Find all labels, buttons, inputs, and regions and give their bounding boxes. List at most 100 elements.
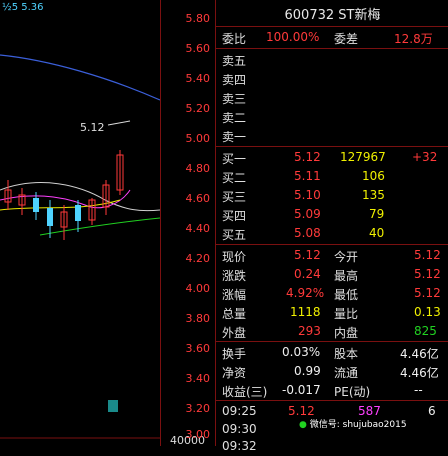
weibi-row: 委比 100.00% 委差 12.8万 <box>216 28 448 47</box>
bid-row[interactable]: 买三 5.10 135 <box>216 186 448 205</box>
stat-row: 涨幅 4.92% 最低 5.12 <box>216 284 448 303</box>
fund-label: 收益(三) <box>222 385 268 399</box>
price-tick: 5.20 <box>185 102 211 115</box>
bid-label: 买三 <box>222 190 247 204</box>
stock-title: 600732 ST新梅 <box>284 8 381 23</box>
price-tick: 3.60 <box>185 342 211 355</box>
stat-value: 0.13 <box>414 305 441 319</box>
bid-change: +32 <box>412 150 438 164</box>
ask-label: 卖四 <box>222 73 247 87</box>
fund-row: 净资 0.99 流通 4.46亿 <box>216 362 448 381</box>
weibi-label: 委比 <box>222 32 247 46</box>
price-tick: 5.60 <box>185 42 211 55</box>
fund-row: 换手 0.03% 股本 4.46亿 <box>216 343 448 362</box>
tick-time: 09:32 <box>222 439 257 453</box>
bid-row[interactable]: 买一 5.12 127967 +32 <box>216 148 448 167</box>
bid-price: 5.10 <box>294 188 321 202</box>
bid-row[interactable]: 买四 5.09 79 <box>216 205 448 224</box>
bid-volume: 127967 <box>340 150 386 164</box>
watermark-text: 微信号: shujubao2015 <box>309 420 407 430</box>
price-tick: 4.80 <box>185 162 211 175</box>
stat-value: 0.24 <box>294 267 321 281</box>
bid-volume: 79 <box>369 207 385 221</box>
price-tick: 3.00 <box>185 428 211 441</box>
ask-label: 卖二 <box>222 111 247 125</box>
price-tick: 5.80 <box>185 12 211 25</box>
fund-label: 换手 <box>222 347 247 361</box>
fund-value: 0.03% <box>282 345 321 359</box>
stat-label: 最高 <box>334 269 359 283</box>
fund-value: 4.46亿 <box>400 347 439 361</box>
price-tick: 3.80 <box>185 312 211 325</box>
fund-value: 4.46亿 <box>400 366 439 380</box>
bid-volume: 40 <box>369 226 385 240</box>
bid-row[interactable]: 买五 5.08 40 <box>216 224 448 243</box>
bid-label: 买五 <box>222 228 247 242</box>
current-price-marker: 5.12 <box>80 121 105 134</box>
wechat-icon: ● <box>299 420 307 430</box>
bid-volume: 106 <box>362 169 385 183</box>
candlestick-plot <box>0 54 160 439</box>
weicha-label: 委差 <box>334 32 359 46</box>
price-tick: 4.60 <box>185 192 211 205</box>
tick-time: 09:25 <box>222 404 257 418</box>
tick-time: 09:30 <box>222 422 257 436</box>
bid-label: 买四 <box>222 209 247 223</box>
stat-value: 293 <box>298 324 321 338</box>
ask-row[interactable]: 卖五 <box>216 50 448 69</box>
fund-label: 流通 <box>334 366 359 380</box>
fund-value: -- <box>414 383 423 397</box>
price-tick: 4.00 <box>185 282 211 295</box>
stat-value: 5.12 <box>294 248 321 262</box>
quote-panel: 600732 ST新梅 委比 100.00% 委差 12.8万 卖五 卖四 卖三… <box>215 0 448 453</box>
ask-row[interactable]: 卖四 <box>216 69 448 88</box>
bid-price: 5.12 <box>294 150 321 164</box>
fund-label: PE(动) <box>334 385 371 399</box>
price-tick: 3.40 <box>185 372 211 385</box>
ask-label: 卖五 <box>222 54 247 68</box>
bid-price: 5.08 <box>294 226 321 240</box>
tick-row[interactable]: 09:32 <box>216 437 448 456</box>
price-tick: 3.20 <box>185 402 211 415</box>
stat-label: 涨幅 <box>222 288 247 302</box>
price-tick: 5.00 <box>185 132 211 145</box>
bid-price: 5.09 <box>294 207 321 221</box>
stat-row: 现价 5.12 今开 5.12 <box>216 246 448 265</box>
stat-value: 5.12 <box>414 286 441 300</box>
ask-row[interactable]: 卖三 <box>216 88 448 107</box>
tick-count: 6 <box>428 404 436 418</box>
ask-label: 卖三 <box>222 92 247 106</box>
fund-label: 净资 <box>222 366 247 380</box>
stat-label: 最低 <box>334 288 359 302</box>
bid-volume: 135 <box>362 188 385 202</box>
bid-row[interactable]: 买二 5.11 106 <box>216 167 448 186</box>
bid-price: 5.11 <box>294 169 321 183</box>
fund-row: 收益(三) -0.017 PE(动) -- <box>216 381 448 400</box>
stat-label: 今开 <box>334 250 359 264</box>
ask-row[interactable]: 卖一 <box>216 126 448 145</box>
stat-label: 外盘 <box>222 326 247 340</box>
stat-label: 量比 <box>334 307 359 321</box>
stat-label: 内盘 <box>334 326 359 340</box>
price-tick: 4.40 <box>185 222 211 235</box>
weicha-value: 12.8万 <box>394 32 433 46</box>
stat-row: 总量 1118 量比 0.13 <box>216 303 448 322</box>
stat-value: 4.92% <box>286 286 325 300</box>
bid-label: 买一 <box>222 152 247 166</box>
weibi-value: 100.00% <box>266 30 320 44</box>
bid-label: 买二 <box>222 171 247 185</box>
stat-value: 825 <box>414 324 437 338</box>
fund-value: -0.017 <box>282 383 321 397</box>
stat-value: 5.12 <box>414 267 441 281</box>
stat-label: 总量 <box>222 307 247 321</box>
stat-label: 现价 <box>222 250 247 264</box>
stat-label: 涨跌 <box>222 269 247 283</box>
price-tick: 5.40 <box>185 72 211 85</box>
ask-row[interactable]: 卖二 <box>216 107 448 126</box>
fund-label: 股本 <box>334 347 359 361</box>
price-axis: 5.80 5.60 5.40 5.20 5.00 4.80 4.60 4.40 … <box>160 0 216 446</box>
stat-value: 1118 <box>290 305 321 319</box>
price-tick: 4.20 <box>185 252 211 265</box>
fund-value: 0.99 <box>294 364 321 378</box>
stat-row: 外盘 293 内盘 825 <box>216 322 448 341</box>
